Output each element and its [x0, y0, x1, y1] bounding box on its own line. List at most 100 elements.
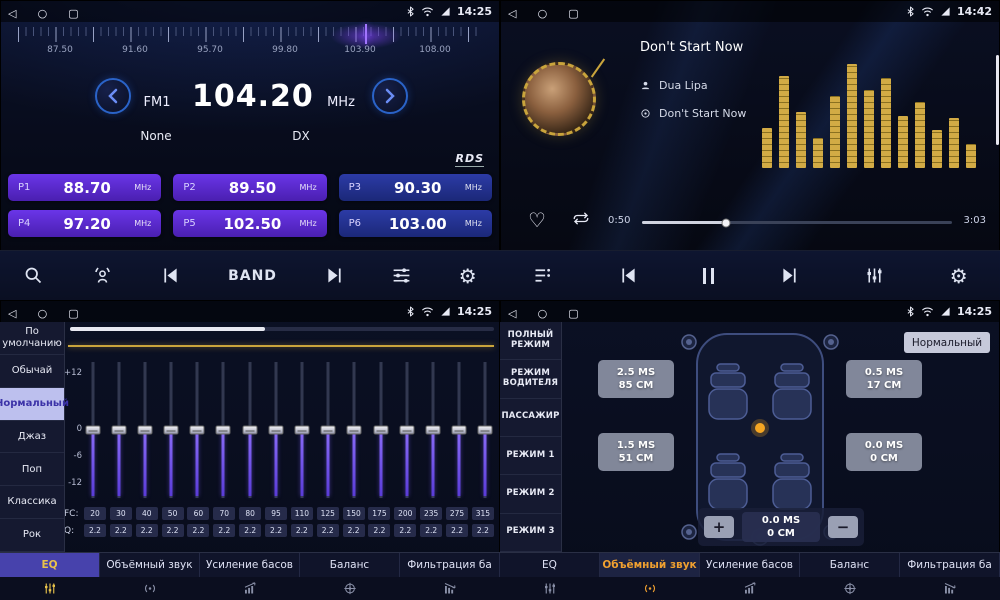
eq-band-slider[interactable]: [346, 362, 363, 498]
eq-preset-item[interactable]: Джаз: [0, 421, 64, 454]
tune-up-button[interactable]: [372, 78, 408, 114]
band-button[interactable]: BAND: [228, 268, 277, 284]
next-button[interactable]: [324, 265, 345, 286]
audio-settings-button[interactable]: [864, 265, 885, 286]
slider-handle[interactable]: [478, 426, 493, 435]
audio-tab[interactable]: EQ: [500, 553, 600, 577]
back-icon[interactable]: ◁: [8, 7, 16, 20]
eq-band-slider[interactable]: [267, 362, 284, 498]
recents-icon[interactable]: ▢: [68, 7, 78, 20]
audio-tab[interactable]: Фильтрация ба: [400, 553, 500, 577]
previous-button[interactable]: [160, 265, 181, 286]
eq-band-slider[interactable]: [215, 362, 232, 498]
preset-button[interactable]: P3 90.30 MHz: [339, 174, 492, 201]
audio-tab[interactable]: EQ: [0, 553, 100, 577]
eq-scrollbar-thumb[interactable]: [70, 327, 265, 331]
scrollbar-thumb[interactable]: [996, 55, 999, 145]
frequency-ruler[interactable]: [18, 27, 482, 42]
balance-tab-icon-cell[interactable]: [300, 577, 400, 600]
listening-mode-item[interactable]: РЕЖИМ 1: [500, 437, 561, 475]
audio-tab[interactable]: Баланс: [300, 553, 400, 577]
equalizer-tab-icon-cell[interactable]: [0, 577, 100, 600]
slider-handle[interactable]: [425, 426, 440, 435]
decrease-delay-button[interactable]: −: [828, 516, 858, 538]
recents-icon[interactable]: ▢: [68, 307, 78, 320]
eq-band-slider[interactable]: [136, 362, 153, 498]
eq-band-slider[interactable]: [451, 362, 468, 498]
bass-boost-tab-icon-cell[interactable]: [200, 577, 300, 600]
audio-tab[interactable]: Усиление басов: [200, 553, 300, 577]
slider-handle[interactable]: [164, 426, 179, 435]
eq-preset-item[interactable]: Обычай: [0, 355, 64, 388]
filter-tab-icon-cell[interactable]: [900, 577, 1000, 600]
eq-preset-item[interactable]: Классика: [0, 486, 64, 519]
surround-tab-icon-cell[interactable]: [600, 577, 700, 600]
delay-rear-right[interactable]: 0.0 MS 0 CM: [846, 433, 922, 471]
seek-bar[interactable]: [642, 221, 952, 224]
settings-button[interactable]: ⚙: [950, 266, 968, 286]
slider-handle[interactable]: [321, 426, 336, 435]
audio-tab[interactable]: Объёмный звук: [100, 553, 200, 577]
preset-button[interactable]: P5 102.50 MHz: [173, 210, 326, 237]
eq-band-slider[interactable]: [477, 362, 494, 498]
pause-button[interactable]: [703, 268, 714, 284]
home-icon[interactable]: ○: [38, 307, 48, 320]
balance-tab-icon-cell[interactable]: [800, 577, 900, 600]
audio-tab[interactable]: Баланс: [800, 553, 900, 577]
eq-band-slider[interactable]: [189, 362, 206, 498]
slider-handle[interactable]: [190, 426, 205, 435]
audio-settings-button[interactable]: [391, 265, 412, 286]
surround-tab-icon-cell[interactable]: [100, 577, 200, 600]
home-icon[interactable]: ○: [538, 307, 548, 320]
progress-knob[interactable]: [721, 218, 730, 227]
back-icon[interactable]: ◁: [508, 7, 516, 20]
repeat-button[interactable]: [572, 211, 590, 230]
eq-scrollbar[interactable]: [70, 327, 494, 331]
eq-band-slider[interactable]: [84, 362, 101, 498]
slider-handle[interactable]: [295, 426, 310, 435]
increase-delay-button[interactable]: +: [704, 516, 734, 538]
recents-icon[interactable]: ▢: [568, 7, 578, 20]
slider-handle[interactable]: [347, 426, 362, 435]
slider-handle[interactable]: [268, 426, 283, 435]
listening-mode-item[interactable]: ПАССАЖИР: [500, 399, 561, 437]
eq-preset-item[interactable]: Рок: [0, 519, 64, 552]
eq-preset-item[interactable]: По умолчанию: [0, 322, 64, 355]
filter-tab-icon-cell[interactable]: [400, 577, 500, 600]
broadcast-button[interactable]: [91, 265, 114, 286]
audio-tab[interactable]: Объёмный звук: [600, 553, 700, 577]
listening-mode-item[interactable]: ПОЛНЫЙ РЕЖИМ: [500, 322, 561, 360]
preset-button[interactable]: P2 89.50 MHz: [173, 174, 326, 201]
audio-tab[interactable]: Усиление басов: [700, 553, 800, 577]
back-icon[interactable]: ◁: [8, 307, 16, 320]
slider-handle[interactable]: [111, 426, 126, 435]
eq-band-slider[interactable]: [294, 362, 311, 498]
slider-handle[interactable]: [399, 426, 414, 435]
back-icon[interactable]: ◁: [508, 307, 516, 320]
slider-handle[interactable]: [216, 426, 231, 435]
home-icon[interactable]: ○: [538, 7, 548, 20]
delay-front-left[interactable]: 2.5 MS 85 CM: [598, 360, 674, 398]
listening-mode-item[interactable]: РЕЖИМ 3: [500, 514, 561, 552]
eq-band-slider[interactable]: [110, 362, 127, 498]
bass-boost-tab-icon-cell[interactable]: [700, 577, 800, 600]
sound-profile-button[interactable]: Нормальный: [904, 332, 990, 353]
playlist-button[interactable]: [532, 265, 553, 286]
preset-button[interactable]: P4 97.20 MHz: [8, 210, 161, 237]
dx-mode-label[interactable]: DX: [276, 129, 326, 143]
home-icon[interactable]: ○: [38, 7, 48, 20]
audio-tab[interactable]: Фильтрация ба: [900, 553, 1000, 577]
eq-preset-item[interactable]: Поп: [0, 453, 64, 486]
preset-button[interactable]: P1 88.70 MHz: [8, 174, 161, 201]
recents-icon[interactable]: ▢: [568, 307, 578, 320]
delay-rear-left[interactable]: 1.5 MS 51 CM: [598, 433, 674, 471]
tune-down-button[interactable]: [95, 78, 131, 114]
previous-button[interactable]: [618, 265, 639, 286]
listening-mode-item[interactable]: РЕЖИМ 2: [500, 475, 561, 513]
search-button[interactable]: [23, 265, 44, 286]
settings-button[interactable]: ⚙: [459, 266, 477, 286]
slider-handle[interactable]: [452, 426, 467, 435]
listening-mode-item[interactable]: РЕЖИМ ВОДИТЕЛЯ: [500, 360, 561, 398]
slider-handle[interactable]: [85, 426, 100, 435]
equalizer-tab-icon-cell[interactable]: [500, 577, 600, 600]
